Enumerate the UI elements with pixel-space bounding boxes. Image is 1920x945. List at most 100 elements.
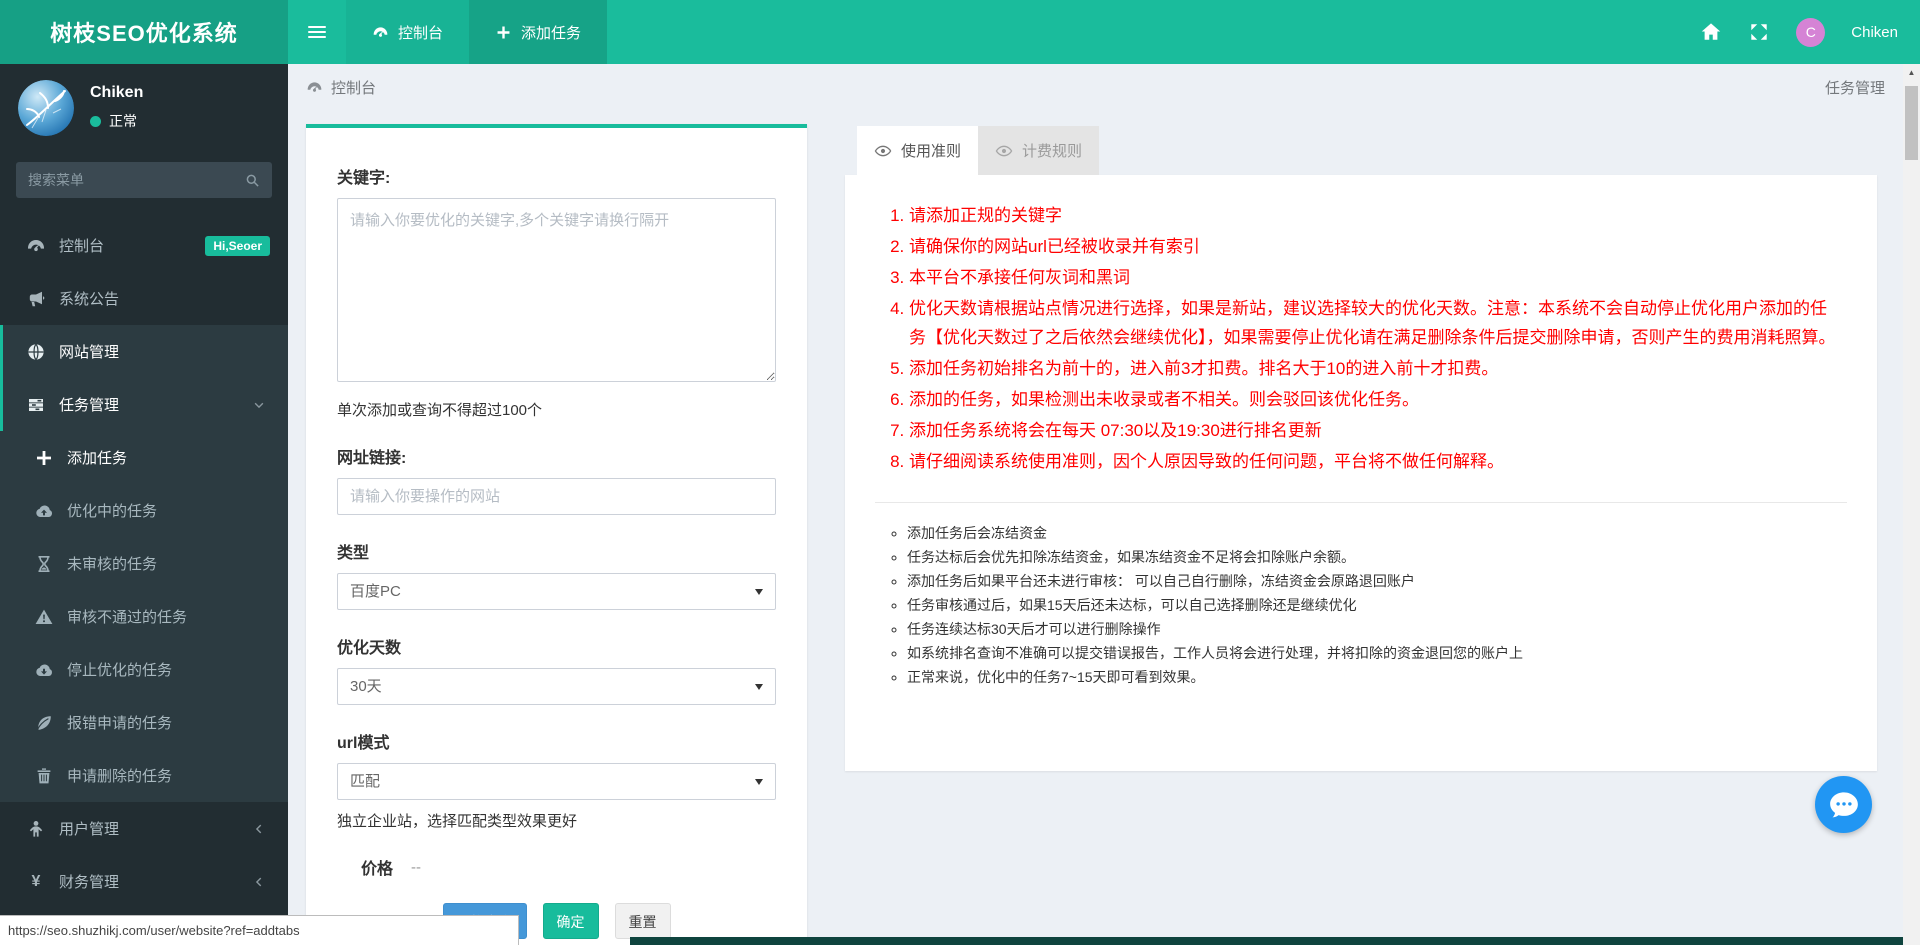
scrollbar-thumb[interactable]	[1905, 86, 1918, 160]
vertical-scrollbar: ▲	[1903, 64, 1920, 945]
url-mode-help: 独立企业站，选择匹配类型效果更好	[337, 813, 578, 830]
tasks-icon	[26, 395, 46, 415]
sidebar-item-rejected-tasks[interactable]: 审核不通过的任务	[0, 590, 288, 643]
url-mode-select[interactable]: 匹配	[337, 763, 776, 800]
type-select[interactable]: 百度PC	[337, 573, 776, 610]
dashboard-icon	[306, 79, 323, 96]
breadcrumb-current[interactable]: 控制台	[331, 77, 376, 98]
sidebar-item-label: 审核不通过的任务	[67, 609, 188, 626]
sidebar-item-label: 网站管理	[59, 344, 120, 361]
leaf-icon	[34, 713, 54, 733]
note-item: 任务连续达标30天后才可以进行删除操作	[907, 617, 1837, 641]
sidebar-item-unreviewed-tasks[interactable]: 未审核的任务	[0, 537, 288, 590]
note-item: 如系统排名查询不准确可以提交错误报告，工作人员将会进行处理，并将扣除的资金退回您…	[907, 641, 1837, 665]
note-item: 正常来说，优化中的任务7~15天即可看到效果。	[907, 665, 1837, 689]
confirm-button[interactable]: 确定	[542, 903, 599, 939]
sidebar-item-dashboard[interactable]: 控制台 Hi,Seoer	[0, 219, 288, 272]
header-right-cluster: C Chiken	[1700, 0, 1898, 64]
status-url: https://seo.shuzhikj.com/user/website?re…	[8, 923, 300, 938]
yen-icon: ¥	[31, 872, 41, 890]
tab-billing-rules[interactable]: 计费规则	[978, 126, 1100, 175]
plus-icon	[34, 448, 54, 468]
status-dot	[90, 115, 101, 127]
scrollbar-up-arrow[interactable]: ▲	[1903, 64, 1920, 81]
url-mode-label: url模式	[337, 735, 390, 752]
home-icon[interactable]	[1700, 21, 1722, 43]
keyword-help: 单次添加或查询不得超过100个	[337, 402, 543, 419]
sidebar-item-label: 报错申请的任务	[67, 715, 173, 732]
sidebar-item-label: 申请删除的任务	[67, 768, 173, 785]
bullhorn-icon	[26, 289, 46, 309]
search-icon	[245, 173, 260, 188]
sidebar-item-websites[interactable]: 网站管理	[0, 325, 288, 378]
sidebar-item-stopped-tasks[interactable]: 停止优化的任务	[0, 643, 288, 696]
url-input[interactable]	[337, 478, 776, 515]
rule-item: 请添加正规的关键字	[909, 201, 1841, 230]
user-icon	[26, 819, 46, 839]
seoer-badge: Hi,Seoer	[205, 235, 270, 256]
bottom-edge-strip	[630, 937, 1903, 945]
sidebar-username: Chiken	[90, 84, 144, 101]
fullscreen-icon[interactable]	[1748, 21, 1770, 43]
hourglass-icon	[34, 554, 54, 574]
url-mode-select-value: 匹配	[350, 773, 381, 790]
sidebar-avatar	[18, 80, 74, 136]
cloud-download-icon	[34, 660, 54, 680]
rule-item: 本平台不承接任何灰词和黑词	[909, 263, 1841, 292]
sidebar-item-error-report-tasks[interactable]: 报错申请的任务	[0, 696, 288, 749]
note-item: 添加任务后如果平台还未进行审核： 可以自己自行删除，冻结资金会原路退回账户	[907, 569, 1837, 593]
tab-dashboard-label: 控制台	[398, 24, 444, 42]
header-username[interactable]: Chiken	[1851, 24, 1898, 41]
add-task-form: 关键字: 单次添加或查询不得超过100个 网址链接: 类型 百度PC 优化天数 …	[306, 124, 807, 945]
price-label: 价格	[361, 861, 394, 878]
sidebar-user-panel: Chiken 正常	[0, 64, 288, 136]
type-label: 类型	[337, 545, 370, 562]
reset-button[interactable]: 重置	[614, 903, 671, 939]
sidebar-item-finance-management[interactable]: ¥ 财务管理	[0, 855, 288, 908]
tab-dashboard[interactable]: 控制台	[346, 0, 470, 64]
rules-tabs: 使用准则 计费规则	[845, 126, 1877, 175]
user-avatar[interactable]: C	[1796, 17, 1826, 47]
rule-item: 添加的任务，如果检测出未收录或者不相关。则会驳回该优化任务。	[909, 385, 1841, 414]
notes-list: 添加任务后会冻结资金 任务达标后会优先扣除冻结资金，如果冻结资金不足将会扣除账户…	[845, 521, 1877, 689]
chevron-left-icon	[252, 822, 266, 836]
sidebar-item-add-task[interactable]: 添加任务	[0, 431, 288, 484]
eye-icon	[874, 142, 892, 160]
cloud-upload-icon	[34, 501, 54, 521]
sidebar-toggle-button[interactable]	[288, 0, 346, 64]
rules-panel: 使用准则 计费规则 请添加正规的关键字 请确保你的网站url已经被收录并有索引 …	[845, 126, 1877, 771]
sidebar-item-announcements[interactable]: 系统公告	[0, 272, 288, 325]
tab-usage-rules[interactable]: 使用准则	[857, 126, 979, 175]
sidebar-item-tasks[interactable]: 任务管理	[0, 378, 288, 431]
url-label: 网址链接:	[337, 450, 407, 467]
breadcrumb-section: 任务管理	[1824, 79, 1885, 97]
keyword-label: 关键字:	[337, 170, 391, 187]
days-select[interactable]: 30天	[337, 668, 776, 705]
usage-rules-list: 请添加正规的关键字 请确保你的网站url已经被收录并有索引 本平台不承接任何灰词…	[845, 175, 1877, 476]
dashboard-icon	[372, 24, 389, 41]
breadcrumb: 控制台 任务管理	[288, 64, 1903, 110]
sidebar-item-label: 添加任务	[67, 450, 128, 467]
tab-add-task-label: 添加任务	[521, 24, 582, 42]
chevron-left-icon	[252, 875, 266, 889]
sidebar-item-optimizing-tasks[interactable]: 优化中的任务	[0, 484, 288, 537]
link-status-bar: https://seo.shuzhikj.com/user/website?re…	[0, 915, 519, 945]
rule-item: 请仔细阅读系统使用准则，因个人原因导致的任何问题，平台将不做任何解释。	[909, 447, 1841, 476]
app-logo: 树枝SEO优化系统	[0, 0, 288, 64]
chat-button[interactable]	[1815, 776, 1872, 833]
rule-item: 优化天数请根据站点情况进行选择，如果是新站，建议选择较大的优化天数。注意：本系统…	[909, 294, 1841, 352]
sidebar-item-user-management[interactable]: 用户管理	[0, 802, 288, 855]
note-item: 任务达标后会优先扣除冻结资金，如果冻结资金不足将会扣除账户余额。	[907, 545, 1837, 569]
days-select-value: 30天	[350, 678, 382, 695]
sidebar-item-label: 停止优化的任务	[67, 662, 173, 679]
tab-add-task[interactable]: 添加任务	[469, 0, 608, 64]
sidebar-item-label: 财务管理	[59, 874, 120, 891]
note-item: 添加任务后会冻结资金	[907, 521, 1837, 545]
sidebar-item-label: 用户管理	[59, 821, 120, 838]
price-row: 价格 --	[361, 855, 776, 879]
sidebar-item-label: 优化中的任务	[67, 503, 158, 520]
sidebar-item-delete-request-tasks[interactable]: 申请删除的任务	[0, 749, 288, 802]
menu-search-input[interactable]	[28, 172, 245, 188]
keyword-textarea[interactable]	[337, 198, 776, 382]
status-label: 正常	[109, 113, 137, 129]
